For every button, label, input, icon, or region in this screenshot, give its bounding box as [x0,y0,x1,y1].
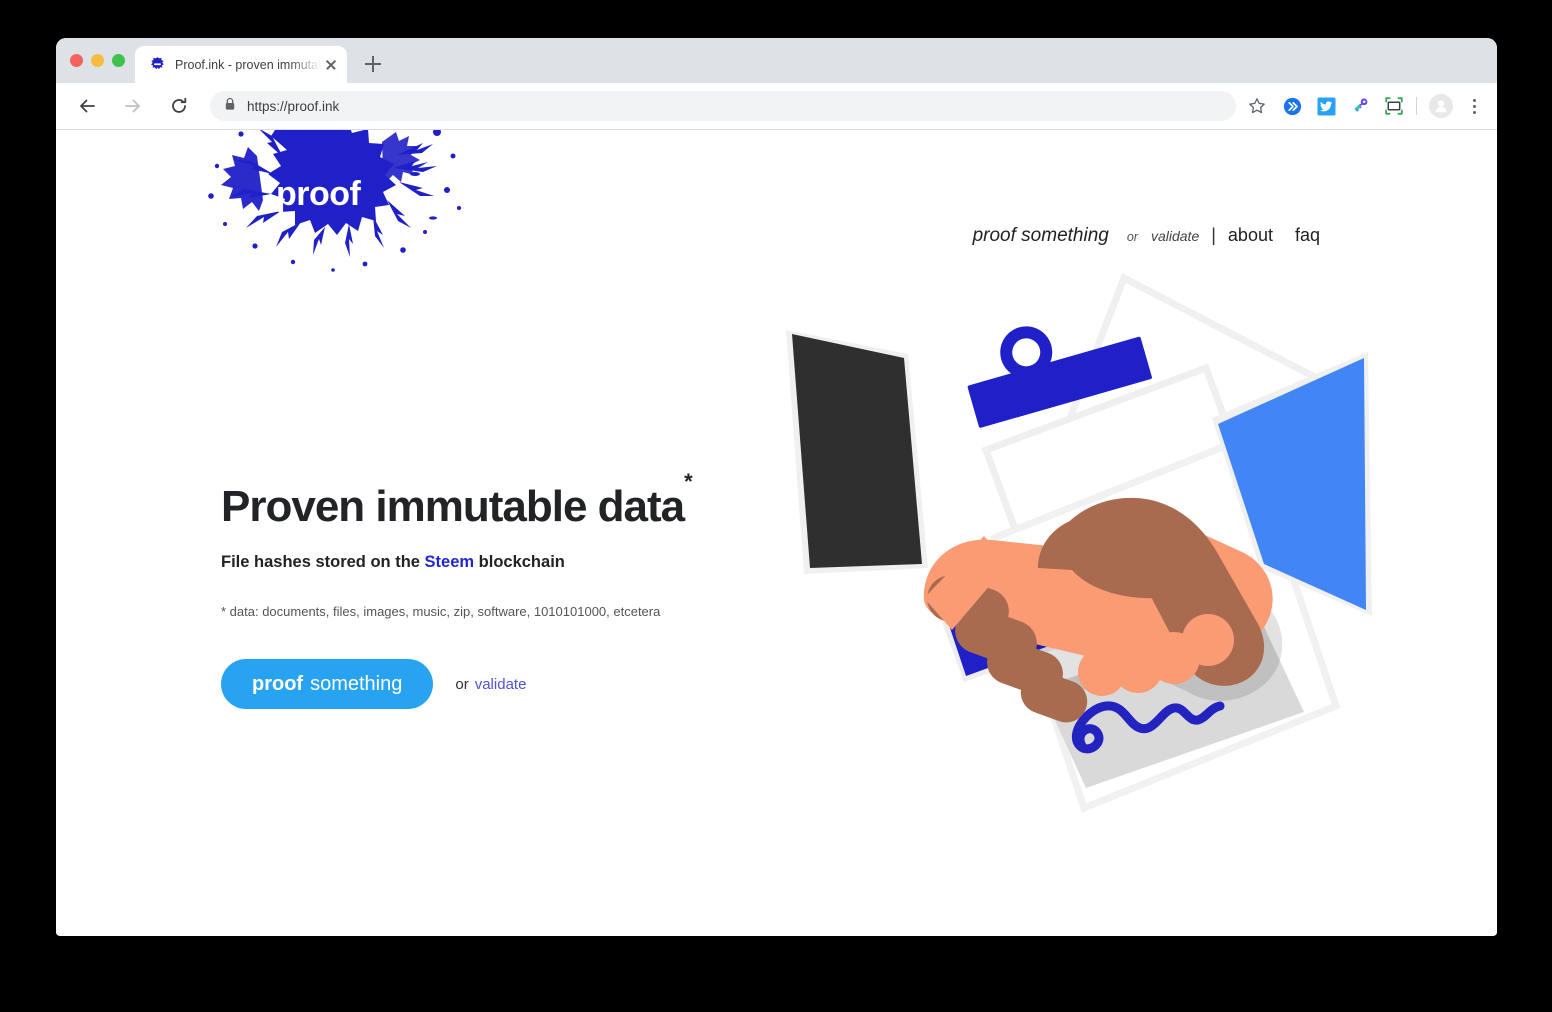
browser-tab-title: Proof.ink - proven immutable fi [175,57,321,72]
steem-link[interactable]: Steem [425,553,475,571]
menu-dot [1472,98,1476,102]
subhead-prefix: File hashes stored on the [221,553,425,571]
hero-subheading: File hashes stored on the Steem blockcha… [221,553,781,572]
back-arrow-icon[interactable] [72,91,102,121]
site-navigation: proof something or validate | about faq [973,225,1320,247]
cta-row: proof something or validate [221,659,781,709]
subhead-suffix: blockchain [474,553,565,571]
nav-proof-something[interactable]: proof something [973,225,1109,247]
screen: Proof.ink - proven immutable fi [0,0,1552,1012]
tab-strip: Proof.ink - proven immutable fi [56,38,1497,83]
window-maximize-button[interactable] [112,54,125,67]
proof-splat-favicon [149,56,166,73]
menu-dot [1472,104,1476,108]
nav-faq[interactable]: faq [1295,225,1320,246]
bookmark-star-icon[interactable] [1242,91,1272,121]
toolbar-divider [1416,97,1417,115]
nav-validate[interactable]: validate [1151,228,1199,244]
chevrons-extension-icon[interactable] [1282,96,1302,116]
window-traffic-lights [56,38,135,83]
validate-link[interactable]: validate [475,676,527,693]
browser-toolbar: https://proof.ink [56,83,1497,130]
nav-about[interactable]: about [1228,225,1273,246]
secure-lock-icon [224,97,236,116]
handshake-over-contract-illustration [776,268,1376,828]
menu-dot [1472,110,1476,114]
page-title: Proven immutable data* [221,470,781,531]
forward-arrow-icon[interactable] [118,91,148,121]
screenshot-extension-icon[interactable] [1384,96,1404,116]
three-dot-menu[interactable] [1465,95,1483,117]
cta-bold-label: proof [252,672,304,695]
twitter-extension-icon[interactable] [1316,96,1336,116]
address-bar-url: https://proof.ink [247,98,340,114]
ink-splat-icon [208,130,461,272]
nav-or-label: or [1126,230,1138,244]
window-close-button[interactable] [70,54,83,67]
close-icon[interactable] [323,57,339,73]
cta-regular-label: something [310,672,403,695]
new-tab-button[interactable] [359,50,387,78]
hero-footnote: * data: documents, files, images, music,… [221,604,661,619]
window-minimize-button[interactable] [91,54,104,67]
hero-text-block: Proven immutable data* File hashes store… [221,470,781,709]
reload-icon[interactable] [164,91,194,121]
page-title-text: Proven immutable data [221,482,685,531]
page-title-asterisk: * [684,468,693,494]
proof-something-button[interactable]: proof something [221,659,434,709]
page-content: proof proof something or validate | abou… [56,130,1497,935]
browser-window: Proof.ink - proven immutable fi [56,38,1497,936]
nav-separator: | [1211,225,1216,245]
address-bar[interactable]: https://proof.ink [210,91,1236,121]
browser-tab-active[interactable]: Proof.ink - proven immutable fi [135,46,347,83]
extension-icons [1282,96,1404,116]
profile-avatar[interactable] [1429,94,1453,118]
key-extension-icon[interactable] [1350,96,1370,116]
cta-or-label: or [455,675,469,693]
site-logo[interactable]: proof [197,130,472,277]
